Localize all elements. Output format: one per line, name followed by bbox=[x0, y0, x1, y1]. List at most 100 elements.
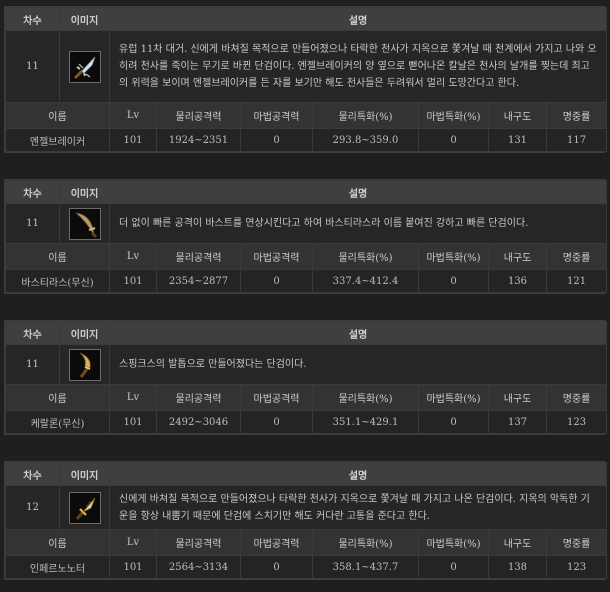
tier-header: 차수 bbox=[5, 321, 60, 345]
header-row: 차수 이미지 설명 bbox=[5, 321, 608, 345]
image-header: 이미지 bbox=[59, 462, 110, 486]
tier-cell: 12 bbox=[5, 485, 60, 530]
header-row: 차수 이미지 설명 bbox=[5, 462, 608, 486]
description-cell: 더 없이 빠른 공격이 바스트를 연상시킨다고 하여 바스티라스라 이름 붙여진… bbox=[108, 203, 608, 244]
name-header: 이름 bbox=[5, 102, 110, 129]
stats-row: 케랄론(무신) 101 2492~3046 0 351.1~429.1 0 13… bbox=[5, 410, 608, 434]
item-block: 차수 이미지 설명 11 더 없이 빠른 공격이 바스트를 연상시킨다고 하여 … bbox=[4, 179, 608, 294]
description-header: 설명 bbox=[108, 462, 608, 486]
item-row: 12 신에게 바쳐질 목적으로 만들어졌으나 타락한 천사가 지옥으로 쫓겨날 … bbox=[5, 485, 608, 530]
item-row: 11 스핑크스의 발톱으로 만들어졌다는 단검이다. bbox=[5, 344, 608, 385]
lv-header: Lv bbox=[109, 243, 157, 270]
physical-attack-header: 물리공격력 bbox=[156, 529, 241, 556]
image-header: 이미지 bbox=[59, 180, 110, 204]
description-header: 설명 bbox=[108, 180, 608, 204]
physical-crit-cell: 337.4~412.4 bbox=[312, 269, 419, 293]
accuracy-cell: 123 bbox=[545, 555, 608, 579]
accuracy-cell: 117 bbox=[545, 128, 608, 152]
stats-header-row: 이름 Lv 물리공격력 마법공격력 물리특화(%) 마법특화(%) 내구도 명중… bbox=[5, 102, 608, 129]
physical-crit-cell: 293.8~359.0 bbox=[312, 128, 419, 152]
stats-header-row: 이름 Lv 물리공격력 마법공격력 물리특화(%) 마법특화(%) 내구도 명중… bbox=[5, 384, 608, 411]
accuracy-header: 명중률 bbox=[545, 384, 608, 411]
physical-attack-cell: 2492~3046 bbox=[156, 410, 241, 434]
accuracy-header: 명중률 bbox=[545, 102, 608, 129]
tier-header: 차수 bbox=[5, 180, 60, 204]
lv-header: Lv bbox=[109, 529, 157, 556]
header-row: 차수 이미지 설명 bbox=[5, 7, 608, 31]
magic-attack-cell: 0 bbox=[240, 555, 313, 579]
lv-cell: 101 bbox=[109, 269, 157, 293]
sphinx-claw-dagger-icon bbox=[68, 348, 101, 381]
description-cell: 스핑크스의 발톱으로 만들어졌다는 단검이다. bbox=[108, 344, 608, 385]
magic-attack-cell: 0 bbox=[240, 128, 313, 152]
weapon-list: 차수 이미지 설명 11 유럽 11차 대거. 신에게 바쳐질 목적으로 만들어… bbox=[0, 0, 610, 592]
durability-header: 내구도 bbox=[488, 102, 547, 129]
lv-cell: 101 bbox=[109, 410, 157, 434]
item-block: 차수 이미지 설명 11 유럽 11차 대거. 신에게 바쳐질 목적으로 만들어… bbox=[4, 6, 608, 153]
header-row: 차수 이미지 설명 bbox=[5, 180, 608, 204]
stats-row: 바스티라스(무신) 101 2354~2877 0 337.4~412.4 0 … bbox=[5, 269, 608, 293]
stats-header-row: 이름 Lv 물리공격력 마법공격력 물리특화(%) 마법특화(%) 내구도 명중… bbox=[5, 243, 608, 270]
name-cell: 엔젤브레이커 bbox=[5, 128, 110, 152]
tier-header: 차수 bbox=[5, 7, 60, 31]
magic-crit-cell: 0 bbox=[418, 410, 489, 434]
tier-cell: 11 bbox=[5, 30, 60, 103]
physical-crit-cell: 358.1~437.7 bbox=[312, 555, 419, 579]
name-header: 이름 bbox=[5, 243, 110, 270]
physical-attack-header: 물리공격력 bbox=[156, 384, 241, 411]
durability-cell: 137 bbox=[488, 410, 547, 434]
physical-crit-cell: 351.1~429.1 bbox=[312, 410, 419, 434]
physical-crit-header: 물리특화(%) bbox=[312, 102, 419, 129]
physical-attack-header: 물리공격력 bbox=[156, 102, 241, 129]
description-header: 설명 bbox=[108, 321, 608, 345]
durability-cell: 138 bbox=[488, 555, 547, 579]
image-header: 이미지 bbox=[59, 7, 110, 31]
magic-attack-header: 마법공격력 bbox=[240, 384, 313, 411]
magic-attack-header: 마법공격력 bbox=[240, 243, 313, 270]
magic-attack-cell: 0 bbox=[240, 269, 313, 293]
tier-header: 차수 bbox=[5, 462, 60, 486]
name-cell: 인페르노노터 bbox=[5, 555, 110, 579]
tier-cell: 11 bbox=[5, 203, 60, 244]
magic-crit-cell: 0 bbox=[418, 555, 489, 579]
lv-header: Lv bbox=[109, 384, 157, 411]
item-row: 11 더 없이 빠른 공격이 바스트를 연상시킨다고 하여 바스티라스라 이름 … bbox=[5, 203, 608, 244]
accuracy-cell: 123 bbox=[545, 410, 608, 434]
durability-header: 내구도 bbox=[488, 384, 547, 411]
description-cell: 유럽 11차 대거. 신에게 바쳐질 목적으로 만들어졌으나 타락한 천사가 지… bbox=[108, 30, 608, 103]
physical-crit-header: 물리특화(%) bbox=[312, 529, 419, 556]
magic-attack-cell: 0 bbox=[240, 410, 313, 434]
tier-cell: 11 bbox=[5, 344, 60, 385]
magic-crit-header: 마법특화(%) bbox=[418, 529, 489, 556]
name-header: 이름 bbox=[5, 384, 110, 411]
physical-crit-header: 물리특화(%) bbox=[312, 243, 419, 270]
description-cell: 신에게 바쳐질 목적으로 만들어졌으나 타락한 천사가 지옥으로 쫓겨날 때 가… bbox=[108, 485, 608, 530]
accuracy-header: 명중률 bbox=[545, 529, 608, 556]
lv-header: Lv bbox=[109, 102, 157, 129]
magic-attack-header: 마법공격력 bbox=[240, 529, 313, 556]
durability-header: 내구도 bbox=[488, 243, 547, 270]
stats-row: 엔젤브레이커 101 1924~2351 0 293.8~359.0 0 131… bbox=[5, 128, 608, 152]
physical-attack-cell: 1924~2351 bbox=[156, 128, 241, 152]
name-cell: 케랄론(무신) bbox=[5, 410, 110, 434]
stats-header-row: 이름 Lv 물리공격력 마법공격력 물리특화(%) 마법특화(%) 내구도 명중… bbox=[5, 529, 608, 556]
lv-cell: 101 bbox=[109, 128, 157, 152]
angel-dagger-icon bbox=[68, 50, 101, 83]
bastirath-dagger-icon bbox=[68, 207, 101, 240]
description-header: 설명 bbox=[108, 7, 608, 31]
physical-attack-cell: 2564~3134 bbox=[156, 555, 241, 579]
stats-row: 인페르노노터 101 2564~3134 0 358.1~437.7 0 138… bbox=[5, 555, 608, 579]
magic-crit-header: 마법특화(%) bbox=[418, 243, 489, 270]
durability-cell: 131 bbox=[488, 128, 547, 152]
magic-crit-header: 마법특화(%) bbox=[418, 384, 489, 411]
magic-crit-cell: 0 bbox=[418, 128, 489, 152]
physical-crit-header: 물리특화(%) bbox=[312, 384, 419, 411]
durability-cell: 136 bbox=[488, 269, 547, 293]
item-block: 차수 이미지 설명 11 스핑크스의 발톱으로 만들어졌다는 단검이다. 이름 … bbox=[4, 320, 608, 435]
durability-header: 내구도 bbox=[488, 529, 547, 556]
accuracy-header: 명중률 bbox=[545, 243, 608, 270]
accuracy-cell: 121 bbox=[545, 269, 608, 293]
lv-cell: 101 bbox=[109, 555, 157, 579]
item-row: 11 유럽 11차 대거. 신에게 바쳐질 목적으로 만들어졌으나 타락한 천사… bbox=[5, 30, 608, 103]
infernonoter-dagger-icon bbox=[68, 491, 101, 524]
